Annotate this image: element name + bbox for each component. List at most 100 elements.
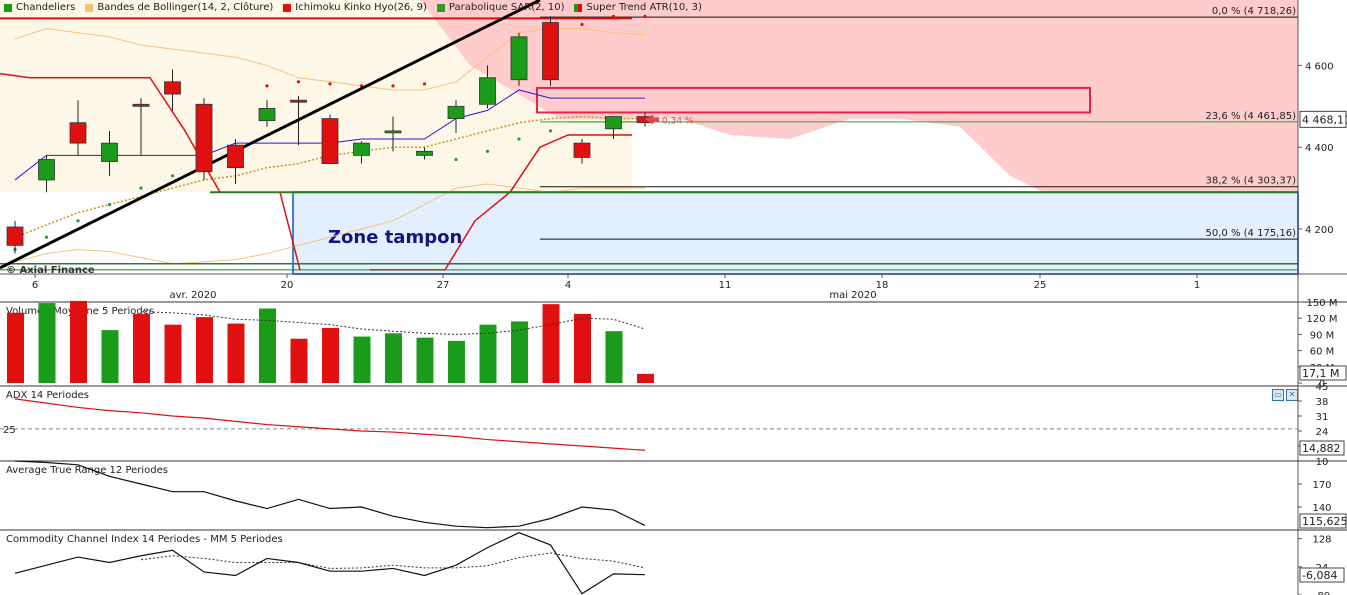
sar-dot [548, 129, 553, 133]
adx-line [14, 398, 646, 451]
sar-dot [328, 82, 332, 86]
volume-bar [385, 333, 402, 383]
legend-item-supertrend[interactable]: Super Trend ATR(10, 3) [574, 2, 702, 13]
fib-label: 50,0 % (4 175,16) [1206, 228, 1297, 239]
pane-title: Commodity Channel Index 14 Periodes - MM… [6, 534, 283, 545]
pane-tick-label: 60 M [1310, 347, 1335, 358]
volume-bar [259, 308, 276, 383]
price-tick-label: 4 400 [1305, 143, 1334, 154]
volume-bar [133, 313, 150, 383]
adx-reference-label: 25 [3, 425, 16, 436]
candle-body [69, 122, 87, 144]
volume-bar [605, 331, 623, 383]
x-tick-label: 1 [1194, 280, 1200, 291]
pane-close-icon[interactable]: ✕ [1286, 389, 1298, 401]
fib-label: 0,0 % (4 718,26) [1212, 6, 1296, 17]
volume-bar [574, 313, 591, 383]
candle-body [416, 150, 433, 156]
buffer-zone-label: Zone tampon [328, 227, 462, 248]
price-last-value: 4 468,11 [1302, 113, 1347, 126]
legend-label: Bandes de Bollinger(14, 2, Clôture) [97, 2, 274, 13]
candle-body [573, 142, 591, 158]
x-tick-label: 6 [32, 280, 38, 291]
legend-item-ichimoku[interactable]: Ichimoku Kinko Hyo(26, 9) [283, 2, 427, 13]
month-label: avr. 2020 [169, 290, 216, 301]
pane-tick-label: 170 [1312, 480, 1331, 491]
legend-swatch [283, 3, 292, 12]
sar-dot [485, 149, 490, 153]
volume-bar [542, 304, 560, 383]
legend-label: Parabolique SAR(2, 10) [448, 2, 565, 13]
legend-item-sar[interactable]: Parabolique SAR(2, 10) [436, 2, 565, 13]
pane-tick-label: 24 [1316, 427, 1329, 438]
sar-dot [296, 80, 301, 84]
candle-body [38, 159, 55, 181]
candle-body [195, 103, 213, 173]
pane-tick-label: 140 [1312, 503, 1331, 514]
candle-body [510, 36, 528, 81]
candle-body [542, 22, 559, 81]
x-tick-label: 25 [1034, 280, 1047, 291]
sar-dot [643, 14, 647, 18]
candle-body [479, 77, 496, 105]
volume-last-value: 17,1 M [1302, 367, 1339, 380]
volume-bar [448, 340, 465, 383]
sar-dot [517, 137, 521, 141]
volume-bar [637, 373, 654, 383]
legend-item-chandeliers[interactable]: Chandeliers [4, 2, 75, 13]
month-label: mai 2020 [829, 290, 876, 301]
candle-body [384, 130, 402, 134]
legend-label: Chandeliers [16, 2, 76, 13]
legend-item-bollinger[interactable]: Bandes de Bollinger(14, 2, Clôture) [85, 2, 273, 13]
legend-swatch [4, 3, 12, 12]
candle-body [290, 99, 307, 103]
candle-body [6, 226, 24, 246]
pane-title: Average True Range 12 Periodes [6, 465, 168, 476]
cci-average [140, 552, 646, 569]
sar-dot [391, 84, 395, 88]
legend-label: Super Trend ATR(10, 3) [586, 2, 702, 13]
candle-body [101, 142, 118, 162]
pane-tick-label: 10 [1316, 457, 1329, 468]
candle-body [321, 118, 339, 164]
volume-average [140, 311, 646, 335]
pane-restore-icon[interactable]: ▭ [1272, 389, 1284, 401]
price-tick-label: 4 200 [1305, 225, 1334, 236]
volume-bar [227, 323, 245, 383]
cci-last-value: -6,084 [1302, 569, 1337, 582]
sar-dot [139, 186, 143, 190]
legend-swatch [436, 3, 445, 12]
sar-dot [422, 82, 427, 86]
fib-label: 23,6 % (4 461,85) [1206, 111, 1297, 122]
sar-dot [107, 202, 112, 207]
candle-body [132, 103, 150, 107]
atr-last-value: 115,625 [1302, 515, 1347, 528]
x-tick-label: 4 [565, 280, 571, 291]
x-tick-label: 27 [437, 280, 450, 291]
pane-tick-label: 31 [1316, 412, 1329, 423]
volume-bar [101, 330, 119, 383]
candle-body [164, 81, 181, 95]
candle-body [258, 107, 276, 122]
candle-body [605, 116, 622, 130]
fib-label: 38,2 % (4 303,37) [1206, 176, 1297, 187]
legend-label: Ichimoku Kinko Hyo(26, 9) [295, 2, 427, 13]
pane-tick-label: 150 M [1307, 298, 1338, 309]
price-tick-label: 4 600 [1305, 61, 1334, 72]
sar-dot [44, 235, 49, 239]
volume-bar [353, 336, 371, 383]
volume-bar [290, 338, 308, 383]
sar-dot [454, 157, 458, 162]
sar-dot [76, 219, 80, 223]
chart-canvas: Zone tampon 0,0 % (4 718,26) 23,6 % (4 461… [0, 0, 1347, 595]
x-tick-label: 20 [281, 280, 294, 291]
volume-bar [38, 303, 56, 383]
sar-dot [265, 84, 269, 88]
volume-bar [196, 317, 213, 383]
x-tick-label: 18 [876, 280, 889, 291]
candle-body [227, 144, 244, 169]
candle-body [353, 142, 370, 156]
sar-dot [580, 22, 584, 27]
volume-bar [416, 337, 434, 383]
pane-tick-label: -80 [1314, 591, 1330, 595]
